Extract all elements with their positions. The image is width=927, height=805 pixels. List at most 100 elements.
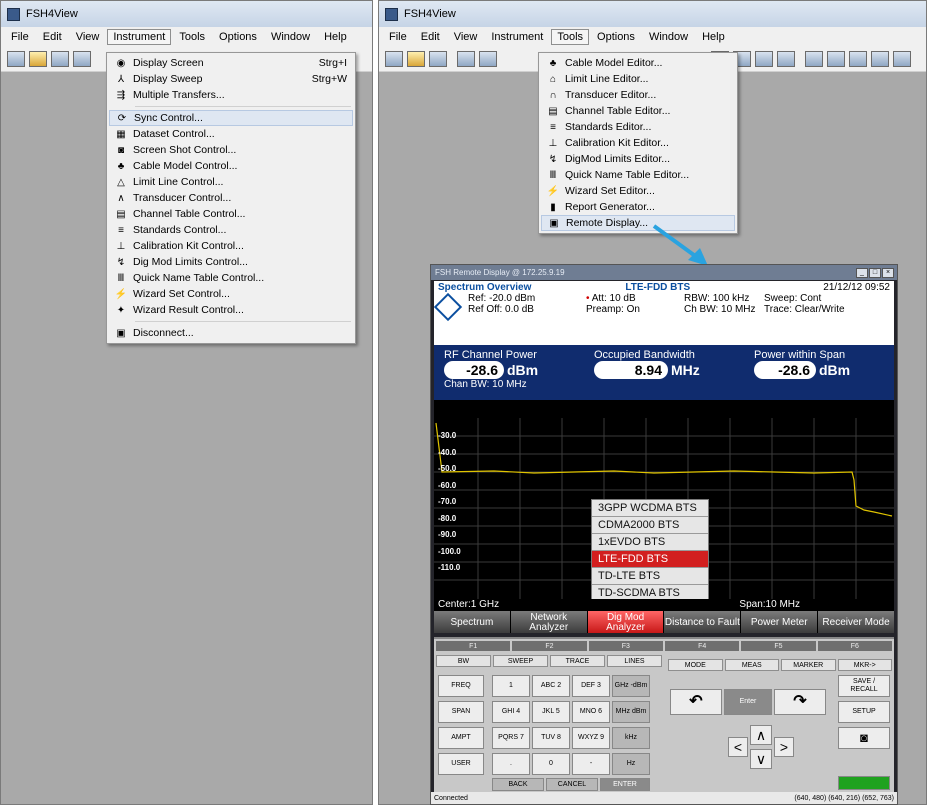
- instrument-menu-item[interactable]: ✦ Wizard Result Control...: [109, 302, 353, 318]
- instrument-menu-item[interactable]: ⟳ Sync Control...: [109, 110, 353, 126]
- setup-key[interactable]: SETUP: [838, 701, 890, 723]
- key-8[interactable]: TUV 8: [532, 727, 570, 749]
- standard-option[interactable]: 3GPP WCDMA BTS: [592, 500, 708, 517]
- instrument-menu-item[interactable]: ⚡ Wizard Set Control...: [109, 286, 353, 302]
- toolbar-tool-8-icon[interactable]: [871, 50, 889, 67]
- toolbar-tool-4-icon[interactable]: [777, 50, 795, 67]
- sweep-key[interactable]: SWEEP: [493, 655, 548, 667]
- arrow-right-icon[interactable]: >: [774, 737, 794, 757]
- tools-menu-item[interactable]: ⌂ Limit Line Editor...: [541, 71, 735, 87]
- standard-option[interactable]: 1xEVDO BTS: [592, 534, 708, 551]
- menu-tools[interactable]: Tools: [551, 28, 590, 45]
- menu-edit[interactable]: Edit: [37, 29, 68, 45]
- instrument-menu-item[interactable]: ⊥ Calibration Kit Control...: [109, 238, 353, 254]
- open-folder-icon[interactable]: [407, 50, 425, 67]
- menu-tools[interactable]: Tools: [173, 29, 211, 45]
- menu-file[interactable]: File: [5, 29, 35, 45]
- arrow-down-icon[interactable]: ∨: [750, 749, 772, 769]
- key-5[interactable]: JKL 5: [532, 701, 570, 723]
- hz-key[interactable]: Hz: [612, 753, 650, 775]
- instrument-menu-item[interactable]: ▣ Disconnect...: [109, 325, 353, 341]
- instrument-menu-item[interactable]: ◙ Screen Shot Control...: [109, 142, 353, 158]
- rotate-right-icon[interactable]: ↷: [774, 689, 826, 715]
- menu-view[interactable]: View: [70, 29, 106, 45]
- menu-instrument[interactable]: Instrument: [485, 29, 549, 45]
- toolbar-tool-3-icon[interactable]: [755, 50, 773, 67]
- toolbar-tool-7-icon[interactable]: [849, 50, 867, 67]
- tools-menu-item[interactable]: ↯ DigMod Limits Editor...: [541, 151, 735, 167]
- enter-key[interactable]: ENTER: [600, 778, 650, 791]
- instrument-menu-item[interactable]: ⇶ Multiple Transfers...: [109, 87, 353, 103]
- instrument-menu-item[interactable]: ⅄ Display Sweep Strg+W: [109, 71, 353, 87]
- menu-window[interactable]: Window: [265, 29, 316, 45]
- print-icon[interactable]: [457, 50, 475, 67]
- save-disk-icon[interactable]: [429, 50, 447, 67]
- span-key[interactable]: SPAN: [438, 701, 484, 723]
- connect-toolbar-icon[interactable]: [7, 50, 25, 67]
- marker-key[interactable]: MARKER: [781, 659, 836, 671]
- function-key[interactable]: F6: [817, 641, 892, 651]
- minimize-button[interactable]: _: [856, 267, 868, 278]
- close-button[interactable]: ×: [882, 267, 894, 278]
- tools-menu-item[interactable]: ▮ Report Generator...: [541, 199, 735, 215]
- toolbar-tool-6-icon[interactable]: [827, 50, 845, 67]
- toolbar-tool-9-icon[interactable]: [893, 50, 911, 67]
- menu-edit[interactable]: Edit: [415, 29, 446, 45]
- preview-icon[interactable]: [479, 50, 497, 67]
- ampt-key[interactable]: AMPT: [438, 727, 484, 749]
- meas-key[interactable]: MEAS: [724, 659, 779, 671]
- back-key[interactable]: BACK: [492, 778, 544, 791]
- softkey[interactable]: Network Analyzer: [510, 611, 587, 633]
- minus-key[interactable]: -: [572, 753, 610, 775]
- menu-file[interactable]: File: [383, 29, 413, 45]
- key-3[interactable]: DEF 3: [572, 675, 610, 697]
- instrument-menu-item[interactable]: ▤ Channel Table Control...: [109, 206, 353, 222]
- tools-menu-item[interactable]: ⊥ Calibration Kit Editor...: [541, 135, 735, 151]
- enter-center-key[interactable]: Enter: [724, 689, 772, 715]
- instrument-menu-item[interactable]: ↯ Dig Mod Limits Control...: [109, 254, 353, 270]
- maximize-button[interactable]: □: [869, 267, 881, 278]
- arrow-left-icon[interactable]: <: [728, 737, 748, 757]
- instrument-menu-item[interactable]: ♣ Cable Model Control...: [109, 158, 353, 174]
- rotate-left-icon[interactable]: ↶: [670, 689, 722, 715]
- cancel-key[interactable]: CANCEL: [546, 778, 598, 791]
- key-7[interactable]: PQRS 7: [492, 727, 530, 749]
- standard-option[interactable]: CDMA2000 BTS: [592, 517, 708, 534]
- key-2[interactable]: ABC 2: [532, 675, 570, 697]
- key-9[interactable]: WXYZ 9: [572, 727, 610, 749]
- menu-window[interactable]: Window: [643, 29, 694, 45]
- save-disk-icon[interactable]: [51, 50, 69, 67]
- lines-key[interactable]: LINES: [607, 655, 662, 667]
- instrument-menu-item[interactable]: △ Limit Line Control...: [109, 174, 353, 190]
- mkr-arrow-key[interactable]: MKR->: [837, 659, 892, 671]
- connect-toolbar-icon[interactable]: [385, 50, 403, 67]
- freq-key[interactable]: FREQ: [438, 675, 484, 697]
- open-folder-icon[interactable]: [29, 50, 47, 67]
- tools-menu-item[interactable]: ≡ Standards Editor...: [541, 119, 735, 135]
- arrow-up-icon[interactable]: ∧: [750, 725, 772, 745]
- instrument-menu-item[interactable]: ◉ Display Screen Strg+I: [109, 55, 353, 71]
- mhz-key[interactable]: MHz dBm: [612, 701, 650, 723]
- menu-options[interactable]: Options: [591, 29, 641, 45]
- menu-instrument[interactable]: Instrument: [107, 28, 172, 45]
- tools-menu-item[interactable]: ♣ Cable Model Editor...: [541, 55, 735, 71]
- instrument-menu-item[interactable]: ≡ Standards Control...: [109, 222, 353, 238]
- user-key[interactable]: USER: [438, 753, 484, 775]
- tools-menu-item[interactable]: Ⅲ Quick Name Table Editor...: [541, 167, 735, 183]
- dot-key[interactable]: .: [492, 753, 530, 775]
- instrument-menu-item[interactable]: ∧ Transducer Control...: [109, 190, 353, 206]
- standard-option[interactable]: LTE-FDD BTS: [592, 551, 708, 568]
- key-6[interactable]: MNO 6: [572, 701, 610, 723]
- instrument-menu-item[interactable]: Ⅲ Quick Name Table Control...: [109, 270, 353, 286]
- camera-icon[interactable]: ◙: [838, 727, 890, 749]
- menu-help[interactable]: Help: [696, 29, 731, 45]
- softkey[interactable]: Spectrum: [434, 611, 510, 633]
- save-recall-key[interactable]: SAVE / RECALL: [838, 675, 890, 697]
- mode-key[interactable]: MODE: [668, 659, 723, 671]
- softkey[interactable]: Distance to Fault: [664, 611, 741, 633]
- key-0[interactable]: 0: [532, 753, 570, 775]
- instrument-menu-item[interactable]: ▦ Dataset Control...: [109, 126, 353, 142]
- print-icon[interactable]: [73, 50, 91, 67]
- function-key[interactable]: F4: [664, 641, 740, 651]
- softkey[interactable]: Power Meter: [741, 611, 818, 633]
